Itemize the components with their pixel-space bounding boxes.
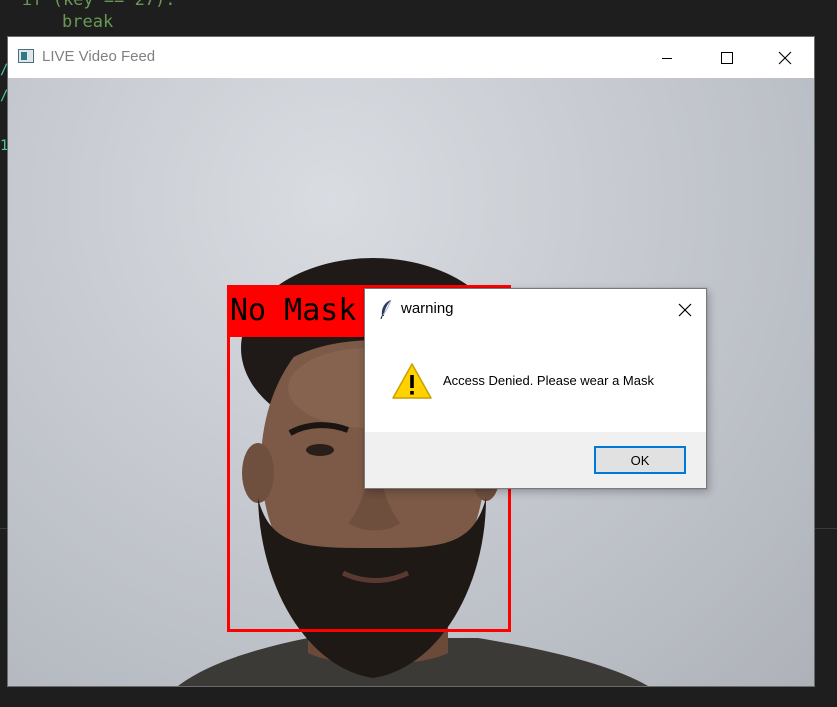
app-icon [18,49,34,63]
close-button[interactable] [756,37,814,78]
feather-icon [380,299,392,319]
close-icon [778,51,792,64]
dialog-title: warning [401,300,454,317]
dialog-close-button[interactable] [667,293,703,327]
dialog-message: Access Denied. Please wear a Mask [443,373,654,388]
dialog-titlebar[interactable]: warning [365,289,706,329]
dialog-body: Access Denied. Please wear a Mask [365,329,706,432]
edge-mark: / [0,62,9,78]
maximize-icon [721,51,733,64]
window-titlebar[interactable]: LIVE Video Feed [8,37,814,78]
minimize-button[interactable] [638,37,696,78]
ok-button[interactable]: OK [594,446,686,474]
code-line: break [62,12,114,32]
warning-icon [392,363,432,399]
minimize-icon [662,57,672,59]
dialog-footer: OK [365,432,706,488]
edge-mark: 1 [0,138,9,154]
warning-dialog: warning Access Denied. Please wear a Mas… [364,288,707,489]
code-line: if (key == 27): [22,0,176,10]
close-icon [678,303,692,317]
maximize-button[interactable] [698,37,756,78]
window-title: LIVE Video Feed [42,48,156,65]
edge-mark: / [0,88,9,104]
